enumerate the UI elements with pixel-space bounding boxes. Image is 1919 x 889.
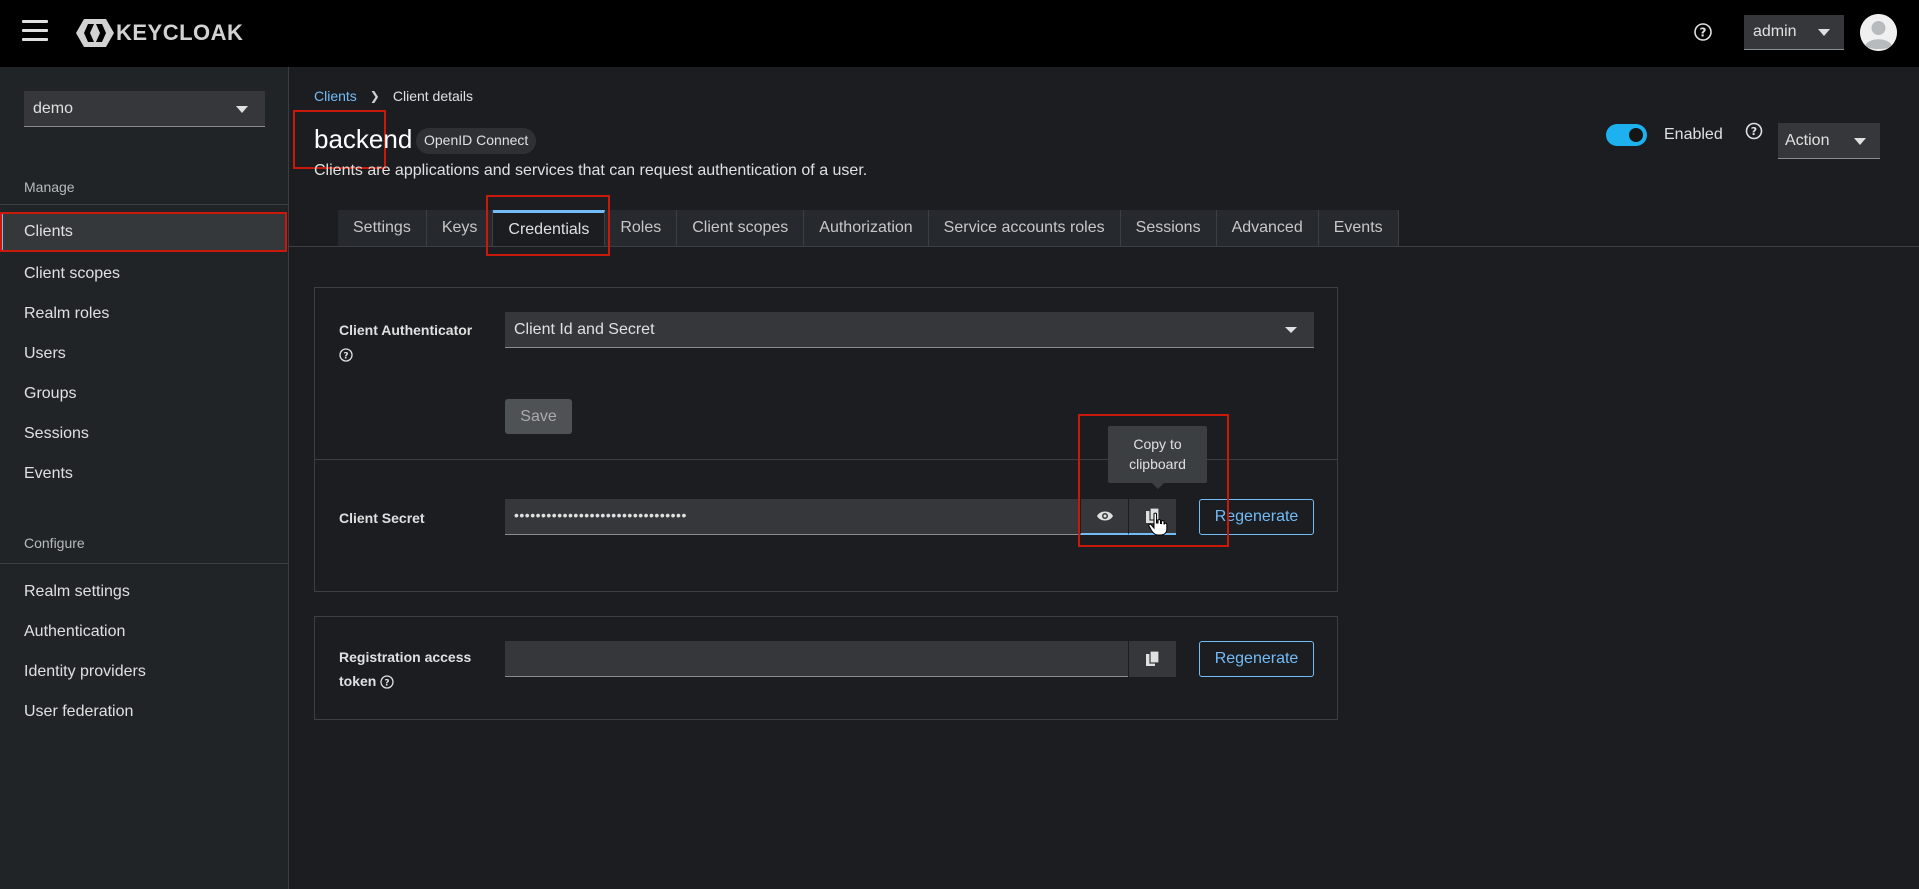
action-dropdown[interactable]: Action (1778, 123, 1880, 159)
sidebar-item-users[interactable]: Users (0, 334, 289, 374)
keycloak-logo[interactable]: KEYCLOAK (76, 19, 243, 47)
breadcrumb: Clients ❯ Client details (314, 88, 473, 104)
client-secret-label: Client Secret (339, 510, 425, 526)
registration-token-label-text: Registration access token (339, 649, 472, 689)
tooltip-arrow (1151, 482, 1165, 489)
regenerate-token-button[interactable]: Regenerate (1199, 641, 1314, 677)
tab-keys[interactable]: Keys (426, 210, 494, 246)
copy-tooltip: Copy to clipboard (1108, 426, 1207, 483)
tab-advanced[interactable]: Advanced (1216, 210, 1319, 246)
divider (0, 204, 289, 205)
tab-roles[interactable]: Roles (605, 210, 678, 246)
sidebar: demo Manage Clients Client scopes Realm … (0, 67, 289, 889)
client-secret-input[interactable]: •••••••••••••••••••••••••••••••• (505, 499, 1079, 535)
client-authenticator-label-text: Client Authenticator (339, 322, 473, 338)
page-description: Clients are applications and services th… (314, 162, 868, 179)
nav-section-manage: Manage (24, 179, 75, 195)
sidebar-item-realm-roles[interactable]: Realm roles (0, 294, 289, 334)
sidebar-item-client-scopes[interactable]: Client scopes (0, 254, 289, 294)
tab-settings[interactable]: Settings (338, 210, 427, 246)
registration-token-input[interactable] (505, 641, 1128, 677)
keycloak-logo-icon (76, 19, 114, 47)
help-icon[interactable]: ? (1745, 122, 1763, 140)
page-title: backend (314, 124, 413, 154)
action-label: Action (1785, 132, 1830, 149)
enabled-label: Enabled (1664, 126, 1723, 143)
save-button[interactable]: Save (505, 399, 572, 434)
svg-text:?: ? (1751, 125, 1757, 138)
protocol-badge: OpenID Connect (416, 128, 537, 154)
svg-text:?: ? (385, 679, 390, 689)
help-icon[interactable]: ? (380, 675, 394, 689)
registration-token-label: Registration access token ? (339, 645, 489, 693)
sidebar-item-sessions[interactable]: Sessions (0, 414, 289, 454)
nav-section-configure: Configure (24, 535, 85, 551)
logo-text: KEYCLOAK (116, 20, 244, 45)
caret-down-icon (1285, 327, 1297, 333)
sidebar-item-clients[interactable]: Clients (0, 212, 287, 252)
sidebar-item-user-federation[interactable]: User federation (0, 692, 289, 732)
help-icon[interactable]: ? (1693, 22, 1713, 42)
tab-events[interactable]: Events (1318, 210, 1399, 246)
copy-token-button[interactable] (1128, 641, 1176, 677)
sidebar-item-authentication[interactable]: Authentication (0, 612, 289, 652)
registration-token-card: Registration access token ? Regenerate (314, 616, 1338, 720)
svg-text:?: ? (343, 352, 348, 362)
copy-icon (1145, 651, 1160, 666)
caret-down-icon (1818, 29, 1830, 36)
user-avatar-icon (1860, 14, 1897, 51)
caret-down-icon (236, 106, 248, 113)
tab-highlight-box (486, 195, 610, 256)
chevron-right-icon: ❯ (369, 89, 380, 103)
realm-selector[interactable]: demo (24, 91, 265, 127)
client-authenticator-select[interactable]: Client Id and Secret (505, 312, 1314, 348)
tab-client-scopes[interactable]: Client scopes (677, 210, 805, 246)
svg-text:?: ? (1700, 26, 1707, 40)
user-menu-dropdown[interactable]: admin (1744, 15, 1844, 50)
tab-authorization[interactable]: Authorization (804, 210, 929, 246)
realm-name: demo (33, 100, 74, 117)
breadcrumb-current: Client details (392, 88, 474, 104)
sidebar-item-realm-settings[interactable]: Realm settings (0, 572, 289, 612)
divider (0, 563, 289, 564)
hamburger-menu-icon[interactable] (22, 20, 48, 44)
client-authenticator-value: Client Id and Secret (514, 321, 655, 338)
help-icon[interactable]: ? (339, 348, 353, 362)
tab-sessions[interactable]: Sessions (1120, 210, 1217, 246)
masthead: KEYCLOAK ? admin (0, 0, 1919, 67)
client-authenticator-label: Client Authenticator ? (339, 318, 472, 366)
sidebar-item-identity-providers[interactable]: Identity providers (0, 652, 289, 692)
toggle-knob (1629, 128, 1643, 142)
tab-service-accounts-roles[interactable]: Service accounts roles (928, 210, 1121, 246)
hand-cursor-icon (1148, 512, 1168, 536)
sidebar-item-groups[interactable]: Groups (0, 374, 289, 414)
enabled-toggle[interactable] (1606, 124, 1647, 146)
user-menu-label: admin (1753, 23, 1797, 40)
breadcrumb-clients-link[interactable]: Clients (314, 88, 357, 104)
sidebar-item-events[interactable]: Events (0, 454, 289, 494)
caret-down-icon (1854, 138, 1866, 145)
avatar[interactable] (1860, 14, 1897, 51)
